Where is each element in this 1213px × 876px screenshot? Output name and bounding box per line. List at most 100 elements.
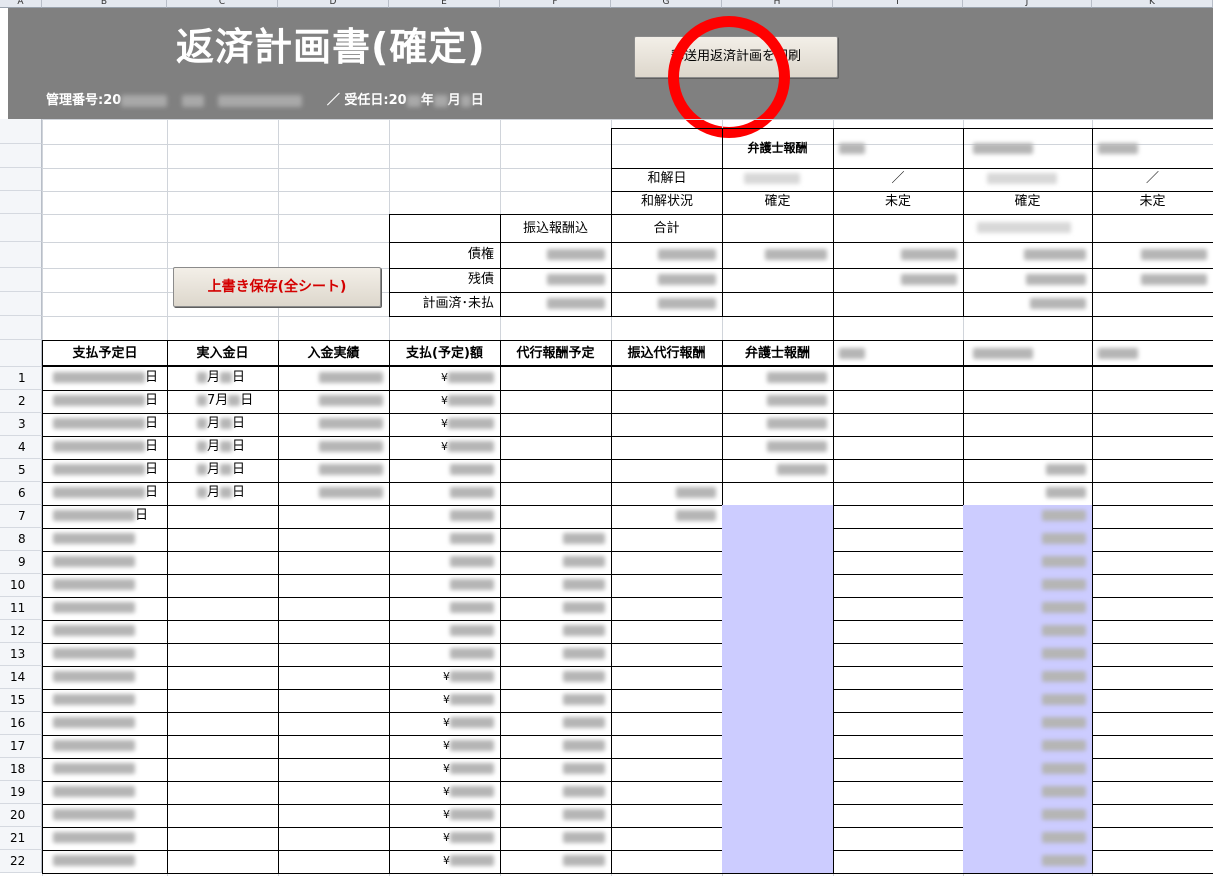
redacted-value — [1098, 348, 1138, 359]
payment-record — [278, 436, 390, 460]
table-header-2[interactable]: 実入金日 — [167, 340, 279, 367]
column-header-i[interactable]: I — [833, 0, 963, 8]
row-number[interactable]: 20 — [0, 804, 42, 827]
row-number[interactable]: 13 — [0, 643, 42, 666]
row-header[interactable] — [0, 191, 42, 214]
row-header[interactable] — [0, 214, 42, 242]
creditor-k-amount — [1092, 643, 1213, 667]
lawyer-fee — [722, 436, 834, 460]
row-number[interactable]: 3 — [0, 413, 42, 436]
scheduled-amount — [389, 597, 501, 621]
row-number[interactable]: 19 — [0, 781, 42, 804]
table-header-creditor-i — [833, 340, 964, 367]
column-header-e[interactable]: E — [389, 0, 500, 8]
creditor-k-amount — [1092, 827, 1213, 851]
payment-record — [278, 505, 390, 529]
row-header[interactable] — [0, 119, 42, 144]
row-number[interactable]: 11 — [0, 597, 42, 620]
table-header-4[interactable]: 支払(予定)額 — [389, 340, 501, 367]
redacted-value — [53, 487, 145, 498]
transfer-agency-fee — [611, 528, 723, 552]
row-number[interactable]: 4 — [0, 436, 42, 459]
row-number[interactable]: 2 — [0, 390, 42, 413]
row-number[interactable]: 12 — [0, 620, 42, 643]
row-number[interactable]: 22 — [0, 850, 42, 873]
transfer-agency-fee — [611, 482, 723, 506]
creditor-k-amount — [1092, 390, 1213, 414]
row-header[interactable] — [0, 340, 42, 367]
summary-j-blank — [963, 214, 1093, 243]
row-header[interactable] — [0, 144, 42, 168]
redacted-value — [53, 740, 135, 751]
row-number[interactable]: 9 — [0, 551, 42, 574]
column-header-c[interactable]: C — [167, 0, 278, 8]
redacted-value — [1042, 786, 1086, 797]
redacted-value — [1042, 602, 1086, 613]
redacted-value — [197, 487, 207, 498]
table-header-7[interactable]: 弁護士報酬 — [722, 340, 834, 367]
row-number[interactable]: 6 — [0, 482, 42, 505]
lawyer-fee — [722, 712, 834, 736]
row-header[interactable] — [0, 268, 42, 292]
print-mail-plan-button[interactable]: 郵送用返済計画を印刷 — [634, 36, 838, 78]
column-header-h[interactable]: H — [722, 0, 833, 8]
row-number[interactable]: 10 — [0, 574, 42, 597]
scheduled-date — [42, 781, 168, 805]
summary-value — [963, 268, 1093, 293]
table-header-5[interactable]: 代行報酬予定 — [500, 340, 612, 367]
redacted-value — [1046, 464, 1086, 475]
redacted-value — [563, 855, 605, 866]
status-i: 未定 — [833, 191, 964, 215]
row-number[interactable]: 17 — [0, 735, 42, 758]
row-number[interactable]: 1 — [0, 367, 42, 390]
payment-record — [278, 712, 390, 736]
row-number[interactable]: 16 — [0, 712, 42, 735]
row-number[interactable]: 8 — [0, 528, 42, 551]
column-header-a[interactable]: A — [0, 0, 42, 8]
row-number[interactable]: 7 — [0, 505, 42, 528]
table-header-6[interactable]: 振込代行報酬 — [611, 340, 723, 367]
column-header-g[interactable]: G — [611, 0, 722, 8]
redacted-value — [450, 625, 494, 636]
scheduled-amount — [389, 551, 501, 575]
table-header-3[interactable]: 入金実績 — [278, 340, 390, 367]
column-header-j[interactable]: J — [963, 0, 1092, 8]
redacted-value — [658, 274, 716, 285]
row-header[interactable] — [0, 316, 42, 340]
date-suffix: 日 — [145, 462, 159, 477]
row-header[interactable] — [0, 168, 42, 191]
row-number[interactable]: 15 — [0, 689, 42, 712]
row-number[interactable]: 21 — [0, 827, 42, 850]
redacted-value — [197, 418, 207, 429]
lawyer-fee — [722, 390, 834, 414]
summary-value — [722, 292, 834, 317]
column-header-k[interactable]: K — [1092, 0, 1213, 8]
lawyer-fee — [722, 827, 834, 851]
actual-date — [167, 666, 279, 690]
row-number[interactable]: 5 — [0, 459, 42, 482]
redacted-value — [563, 533, 605, 544]
summary-value — [722, 268, 834, 293]
row-number[interactable]: 18 — [0, 758, 42, 781]
redacted-value — [563, 763, 605, 774]
column-header-f[interactable]: F — [500, 0, 611, 8]
actual-date — [167, 551, 279, 575]
overwrite-save-button[interactable]: 上書き保存(全シート) — [173, 267, 381, 307]
column-header-b[interactable]: B — [42, 0, 167, 8]
redacted-value — [319, 395, 383, 406]
lawyer-fee — [722, 689, 834, 713]
scheduled-amount — [389, 482, 501, 506]
column-header-d[interactable]: D — [278, 0, 389, 8]
table-header-creditor-k — [1092, 340, 1213, 367]
table-header-1[interactable]: 支払予定日 — [42, 340, 168, 367]
payment-record — [278, 735, 390, 759]
date-suffix: 日 — [145, 439, 159, 454]
redacted-value — [767, 441, 827, 452]
actual-month: 7月 — [207, 393, 229, 408]
row-header[interactable] — [0, 292, 42, 316]
row-number[interactable]: 14 — [0, 666, 42, 689]
redacted-value — [1098, 143, 1138, 154]
row-header[interactable] — [0, 242, 42, 268]
redacted-value — [1042, 671, 1086, 682]
redacted-value — [53, 625, 135, 636]
